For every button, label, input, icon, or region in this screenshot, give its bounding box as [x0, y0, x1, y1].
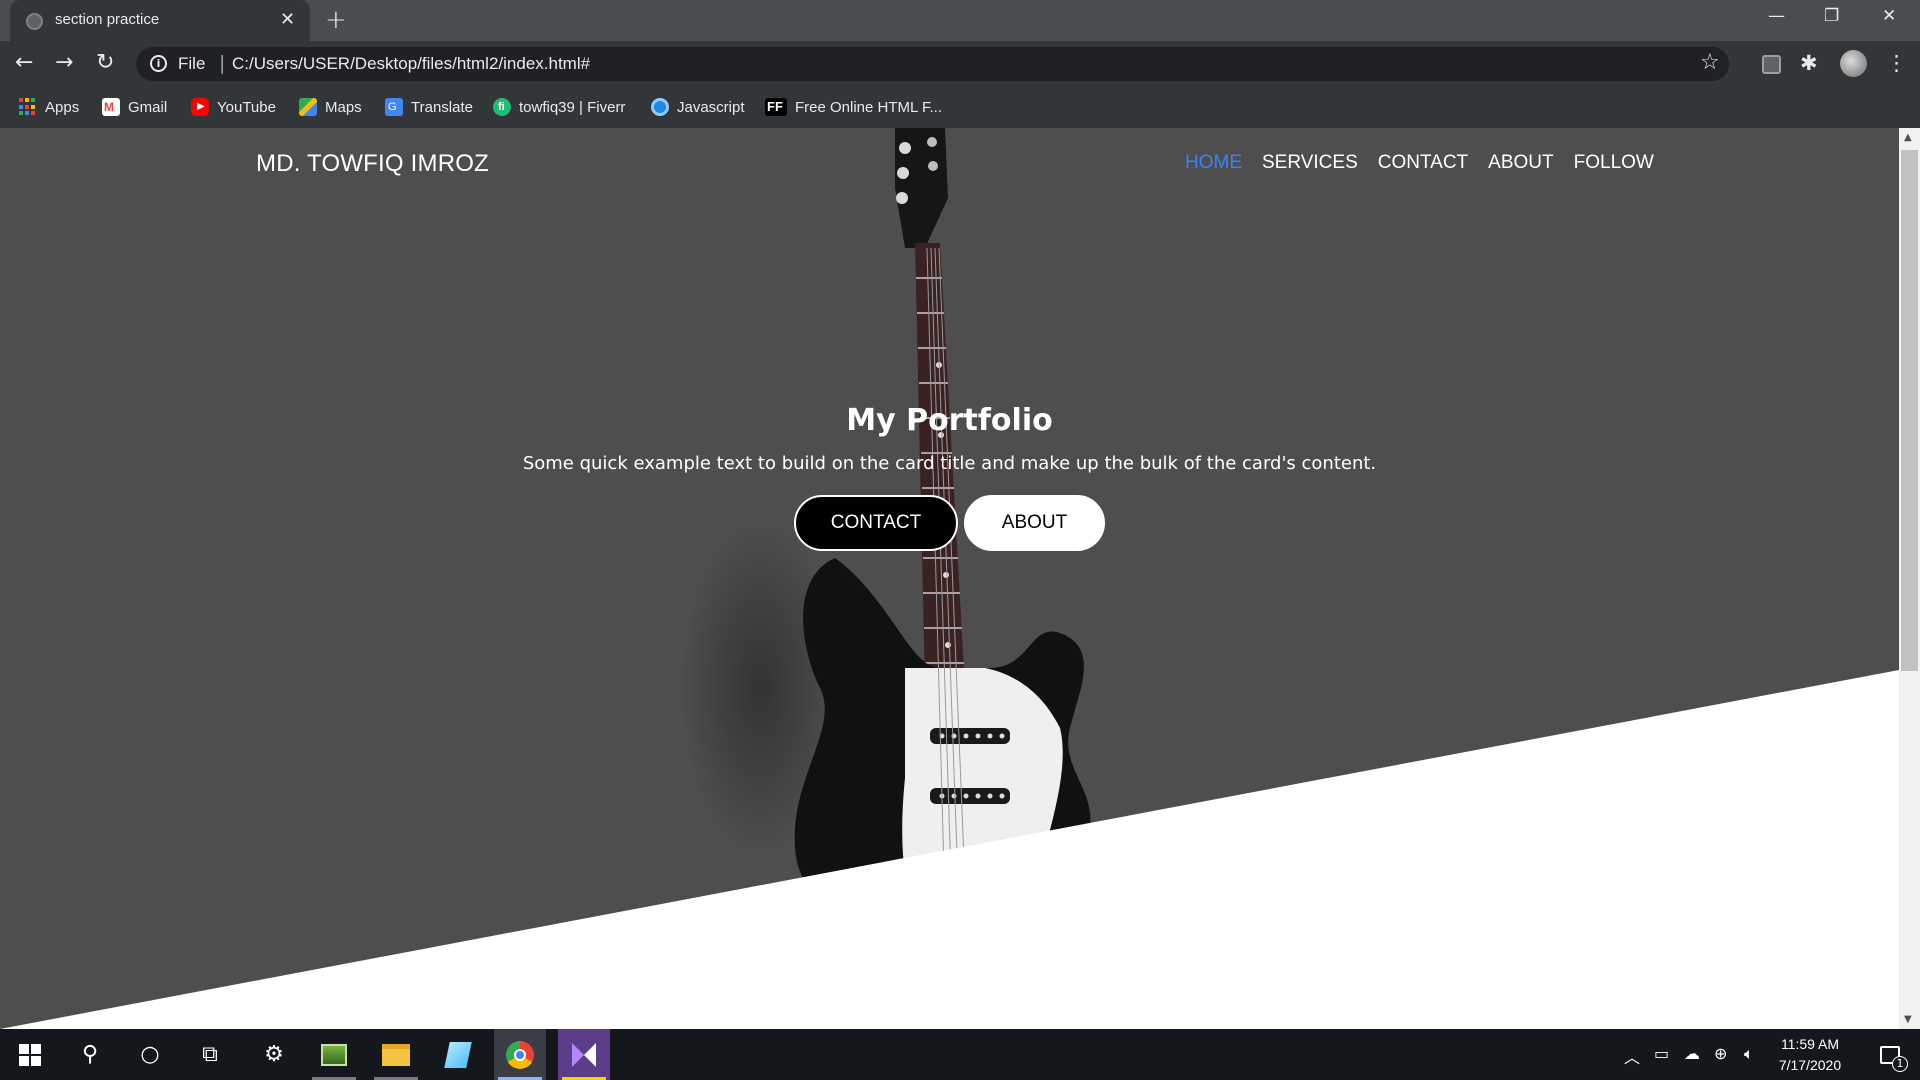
- bookmark-youtube[interactable]: ▶ YouTube: [191, 95, 276, 119]
- tab-title: section practice: [55, 11, 160, 28]
- clock-time: 11:59 AM: [1780, 1036, 1840, 1052]
- address-bar[interactable]: i File | C:/Users/USER/Desktop/files/htm…: [136, 47, 1729, 81]
- about-button[interactable]: ABOUT: [964, 495, 1105, 551]
- profile-avatar[interactable]: [1840, 50, 1867, 77]
- close-tab-icon[interactable]: ✕: [280, 9, 295, 30]
- javascript-icon: [651, 98, 669, 116]
- bookmark-javascript[interactable]: Javascript: [651, 95, 745, 119]
- close-window-button[interactable]: ✕: [1882, 6, 1896, 26]
- youtube-icon: ▶: [191, 98, 209, 116]
- bookmark-apps[interactable]: Apps: [19, 95, 79, 119]
- hero-text: Some quick example text to build on the …: [522, 453, 1377, 474]
- nav-home[interactable]: HOME: [1185, 152, 1242, 174]
- file-explorer-icon[interactable]: [370, 1029, 422, 1080]
- apps-grid-icon: [19, 98, 37, 116]
- bookmark-maps[interactable]: Maps: [299, 95, 362, 119]
- site-brand[interactable]: MD. TOWFIQ IMROZ: [256, 150, 489, 178]
- notepad-app-icon[interactable]: [432, 1029, 484, 1080]
- address-url[interactable]: C:/Users/USER/Desktop/files/html2/index.…: [232, 54, 590, 74]
- system-clock[interactable]: 11:59 AM 7/17/2020: [1770, 1034, 1850, 1076]
- scroll-down-arrow-icon[interactable]: ▼: [1904, 1014, 1912, 1025]
- bookmark-label: Maps: [325, 98, 362, 116]
- settings-gear-icon[interactable]: ⚙: [248, 1029, 300, 1080]
- translate-icon: G: [385, 98, 403, 116]
- nav-services[interactable]: SERVICES: [1262, 152, 1358, 174]
- photos-app-icon[interactable]: [308, 1029, 360, 1080]
- info-icon[interactable]: i: [150, 55, 167, 72]
- visual-studio-icon[interactable]: [558, 1029, 610, 1080]
- scroll-up-arrow-icon[interactable]: ▲: [1904, 132, 1912, 143]
- nav-follow[interactable]: FOLLOW: [1574, 152, 1654, 174]
- address-scheme: File: [178, 54, 206, 73]
- bookmark-label: Javascript: [677, 98, 745, 116]
- browser-tab-strip: section practice ✕ + — ❐ ✕: [0, 0, 1920, 41]
- maps-icon: [299, 98, 317, 116]
- bookmark-fiverr[interactable]: fi towfiq39 | Fiverr: [493, 95, 625, 119]
- bookmark-label: towfiq39 | Fiverr: [519, 98, 626, 116]
- clock-date: 7/17/2020: [1778, 1057, 1842, 1073]
- restore-button[interactable]: ❐: [1824, 6, 1839, 26]
- page-viewport: MD. TOWFIQ IMROZ HOME SERVICES CONTACT A…: [0, 128, 1899, 1029]
- globe-icon: [26, 13, 43, 30]
- bookmark-label: Translate: [411, 98, 473, 116]
- hero-title: My Portfolio: [846, 403, 1053, 438]
- screen: section practice ✕ + — ❐ ✕ ← → ↻ i File …: [0, 0, 1920, 1080]
- page-scrollbar[interactable]: ▲ ▼: [1899, 128, 1920, 1029]
- new-tab-button[interactable]: +: [325, 5, 347, 35]
- minimize-button[interactable]: —: [1768, 6, 1785, 26]
- fiverr-icon: fi: [493, 98, 511, 116]
- puzzle-icon[interactable]: ✱: [1800, 51, 1818, 75]
- nav-contact[interactable]: CONTACT: [1378, 152, 1468, 174]
- contact-button[interactable]: CONTACT: [794, 495, 958, 551]
- bookmarks-bar: Apps M Gmail ▶ YouTube Maps G Translate …: [0, 87, 1920, 128]
- browser-toolbar: ← → ↻ i File | C:/Users/USER/Desktop/fil…: [0, 41, 1920, 87]
- bookmark-html-formatter[interactable]: FF Free Online HTML F...: [765, 95, 942, 119]
- scrollbar-thumb[interactable]: [1901, 150, 1918, 671]
- slanted-divider: [0, 670, 1899, 1029]
- bookmark-gmail[interactable]: M Gmail: [102, 95, 167, 119]
- reload-icon[interactable]: ↻: [96, 50, 114, 75]
- onedrive-cloud-icon[interactable]: ☁: [1684, 1044, 1700, 1063]
- forward-arrow-icon[interactable]: →: [55, 50, 73, 75]
- extension-icon[interactable]: [1762, 55, 1781, 74]
- nav-about[interactable]: ABOUT: [1488, 152, 1553, 174]
- network-globe-icon[interactable]: ⊕: [1714, 1044, 1727, 1063]
- bookmark-label: Gmail: [128, 98, 168, 116]
- tray-chevron-icon[interactable]: ︿: [1624, 1044, 1640, 1068]
- hero-buttons: CONTACT ABOUT: [794, 495, 1105, 551]
- site-nav: HOME SERVICES CONTACT ABOUT FOLLOW: [1185, 152, 1654, 174]
- battery-icon[interactable]: ▭: [1654, 1044, 1669, 1063]
- notification-count: 1: [1892, 1056, 1908, 1072]
- address-separator: |: [219, 52, 226, 74]
- bookmark-label: YouTube: [217, 98, 276, 116]
- menu-dots-icon[interactable]: ⋮: [1886, 51, 1907, 75]
- bookmark-label: Apps: [45, 98, 80, 116]
- windows-taskbar: ⚲ ○ ⧉ ⚙ ︿ ▭ ☁ ⊕ 🔈︎ 11:59 AM 7/17/2020 1: [0, 1029, 1920, 1080]
- back-arrow-icon[interactable]: ←: [15, 50, 33, 75]
- bookmark-label: Free Online HTML F...: [795, 98, 942, 116]
- browser-tab[interactable]: section practice ✕: [10, 0, 310, 41]
- bookmark-star-icon[interactable]: ☆: [1700, 50, 1720, 75]
- search-icon[interactable]: ⚲: [64, 1029, 116, 1080]
- windows-start-icon[interactable]: [4, 1029, 56, 1080]
- notification-center-icon[interactable]: 1: [1864, 1029, 1916, 1080]
- volume-icon[interactable]: 🔈︎: [1744, 1044, 1754, 1064]
- cortana-icon[interactable]: ○: [124, 1029, 176, 1080]
- task-view-icon[interactable]: ⧉: [184, 1029, 236, 1080]
- chrome-app-icon[interactable]: [494, 1029, 546, 1080]
- ff-icon: FF: [765, 98, 787, 116]
- bookmark-translate[interactable]: G Translate: [385, 95, 473, 119]
- gmail-icon: M: [102, 98, 120, 116]
